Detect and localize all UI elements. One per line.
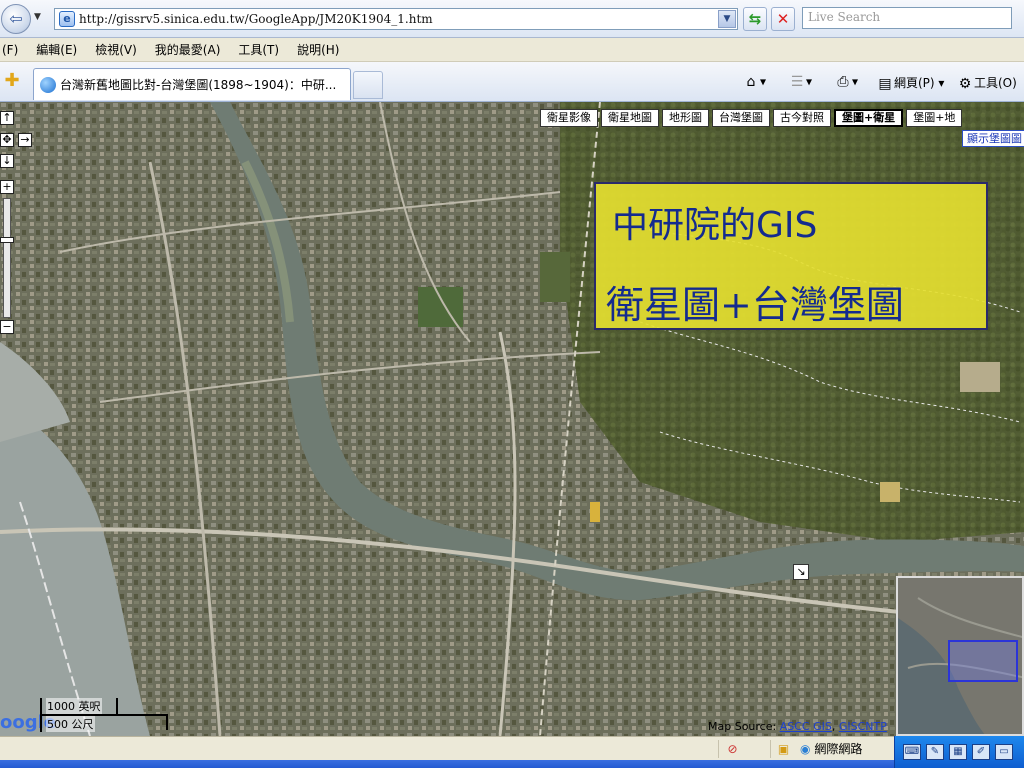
url-text[interactable]: http://gissrv5.sinica.edu.tw/GoogleApp/J… — [79, 12, 718, 26]
search-input[interactable]: Live Search — [802, 7, 1012, 29]
page-icon: e — [59, 11, 75, 27]
zoom-out-button[interactable]: − — [0, 320, 14, 334]
scale-label-feet: 1000 英呎 — [46, 698, 102, 714]
layer-satellite-button[interactable]: 衛星影像 — [540, 109, 598, 127]
pan-down-button[interactable]: ↓ — [0, 154, 14, 168]
status-bar: ⊘ ▣ ◉ 網際網路 — [0, 736, 1024, 760]
back-button[interactable]: ⇦ — [1, 4, 31, 34]
print-button[interactable]: ⎙ ▾ — [834, 74, 858, 90]
favorites-star-icon[interactable]: ✚ — [2, 71, 22, 91]
new-tab-button[interactable] — [353, 71, 383, 99]
url-dropdown-icon[interactable]: ▼ — [718, 10, 736, 28]
scale-label-meters: 500 公尺 — [46, 716, 95, 732]
layer-baotu-satellite-button[interactable]: 堡圖+衛星 — [834, 109, 904, 127]
scale-tick-top — [116, 698, 118, 714]
tab-bar: ✚ 台灣新舊地圖比對-台灣堡圖(1898~1904)：中研... ⌂ ▾ ☰ ▾ ⎙… — [0, 62, 1024, 102]
menu-favorites[interactable]: 我的最愛(A) — [155, 41, 221, 58]
history-dropdown-icon[interactable]: ▼ — [34, 12, 41, 22]
overview-viewport-box[interactable] — [948, 640, 1018, 682]
zone-label: 網際網路 — [814, 742, 863, 756]
page-menu-label: 網頁(P) — [894, 76, 935, 90]
globe-icon: ◉ — [800, 742, 811, 756]
rss-icon: ☰ — [790, 74, 804, 90]
title-overlay: 中研院的GIS 衛星圖+台灣堡圖 — [594, 182, 988, 330]
menu-bar: (F) 編輯(E) 檢視(V) 我的最愛(A) 工具(T) 說明(H) — [0, 38, 1024, 62]
print-icon: ⎙ — [837, 74, 849, 90]
layer-terrain-button[interactable]: 地形圖 — [662, 109, 709, 127]
scale-tick-bottom — [166, 714, 168, 730]
menu-tools[interactable]: 工具(T) — [238, 41, 279, 58]
map-viewport[interactable]: ↑ ✥ → ↓ + − 衛星影像 衛星地圖 地形圖 台灣堡圖 古今對照 堡圖+衛… — [0, 102, 1024, 736]
map-source: Map Source: ASCC GIS, GISCNTP — [708, 720, 887, 733]
pen-icon[interactable]: ✎ — [926, 744, 944, 760]
layer-hybrid-button[interactable]: 衛星地圖 — [601, 109, 659, 127]
title-line-2: 衛星圖+台灣堡圖 — [606, 283, 904, 327]
address-bar: ⇦ ▼ e http://gissrv5.sinica.edu.tw/Googl… — [0, 0, 1024, 38]
layer-baotu-map-button[interactable]: 堡圖+地 — [906, 109, 963, 127]
ime-icon[interactable]: ▦ — [949, 744, 967, 760]
page-icon: ▤ — [878, 75, 892, 92]
menu-file[interactable]: (F) — [2, 43, 18, 57]
network-icon[interactable]: ▭ — [995, 744, 1013, 760]
scale-bar: 1000 英呎 500 公尺 — [40, 698, 170, 732]
privacy-icon[interactable]: ⊘ — [718, 740, 746, 758]
tab-title: 台灣新舊地圖比對-台灣堡圖(1898~1904)：中研... — [60, 78, 337, 92]
home-button[interactable]: ⌂ ▾ — [742, 74, 766, 90]
show-baotu-button[interactable]: 顯示堡圖圖 — [962, 130, 1024, 147]
security-lock-icon[interactable]: ▣ — [770, 740, 796, 758]
pan-up-button[interactable]: ↑ — [0, 111, 14, 125]
menu-edit[interactable]: 編輯(E) — [36, 41, 77, 58]
tools-menu-button[interactable]: ⚙ 工具(O) — [956, 74, 1017, 92]
internet-zone[interactable]: ◉ 網際網路 — [800, 740, 862, 758]
menu-help[interactable]: 說明(H) — [297, 41, 339, 58]
overview-map[interactable] — [896, 576, 1024, 736]
layer-baotu-button[interactable]: 台灣堡圖 — [712, 109, 770, 127]
gear-icon: ⚙ — [958, 75, 972, 92]
center-button[interactable]: ✥ — [0, 133, 14, 147]
zoom-slider-handle[interactable] — [0, 237, 14, 243]
ie-tab-icon — [40, 76, 56, 93]
home-icon: ⌂ — [746, 74, 756, 90]
layer-compare-button[interactable]: 古今對照 — [773, 109, 831, 127]
stop-button[interactable]: ✕ — [771, 7, 795, 31]
zoom-slider-track[interactable] — [0, 198, 14, 318]
tab-active[interactable]: 台灣新舊地圖比對-台灣堡圖(1898~1904)：中研... — [33, 68, 351, 100]
tool-icon[interactable]: ✐ — [972, 744, 990, 760]
feeds-button[interactable]: ☰ ▾ — [788, 74, 812, 90]
layer-switcher: 衛星影像 衛星地圖 地形圖 台灣堡圖 古今對照 堡圖+衛星 堡圖+地 — [540, 109, 965, 127]
map-source-link-ascc[interactable]: ASCC GIS — [780, 720, 832, 733]
overview-toggle-button[interactable]: ↘ — [793, 564, 809, 580]
title-line-1: 中研院的GIS — [612, 205, 818, 246]
zoom-in-button[interactable]: + — [0, 180, 14, 194]
page-menu-button[interactable]: ▤ 網頁(P) ▾ — [876, 74, 944, 92]
windows-taskbar — [0, 760, 1024, 768]
map-source-label: Map Source: — [708, 720, 777, 733]
map-source-link-giscntp[interactable]: GISCNTP — [839, 720, 887, 733]
menu-view[interactable]: 檢視(V) — [95, 41, 137, 58]
tools-menu-label: 工具(O) — [974, 76, 1017, 90]
google-logo: oogle — [0, 712, 56, 736]
system-tray: ⌨ ✎ ▦ ✐ ▭ — [894, 736, 1024, 768]
url-field[interactable]: e http://gissrv5.sinica.edu.tw/GoogleApp… — [54, 8, 738, 30]
pan-right-button[interactable]: → — [18, 133, 32, 147]
keyboard-icon[interactable]: ⌨ — [903, 744, 921, 760]
refresh-button[interactable]: ⇆ — [743, 7, 767, 31]
